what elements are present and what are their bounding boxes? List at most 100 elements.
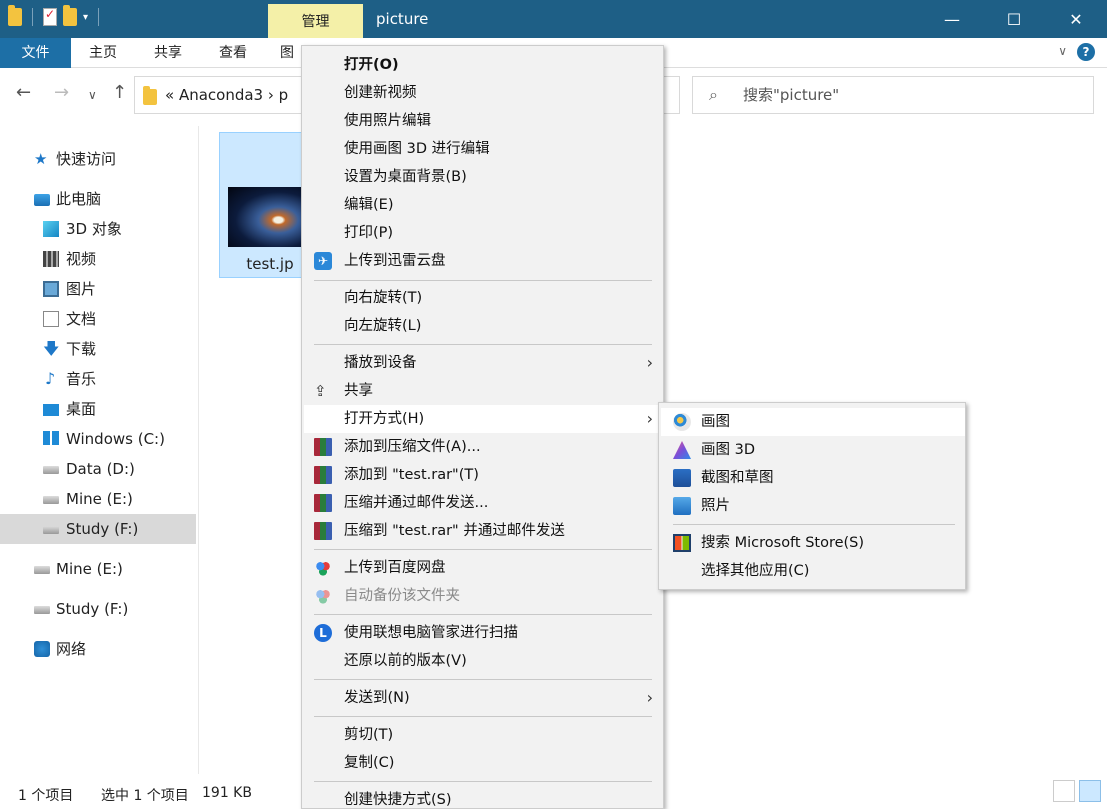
- sidebar-item-label: 图片: [66, 280, 97, 298]
- menu-item-label: 自动备份该文件夹: [344, 588, 460, 604]
- submenu-arrow-icon: ›: [646, 353, 653, 372]
- paint3d-icon: [673, 441, 691, 459]
- menu-divider: [314, 781, 652, 782]
- sidebar-item-pictures[interactable]: 图片: [0, 274, 196, 304]
- recent-locations-button[interactable]: ∨: [88, 88, 97, 102]
- menu-item-upload-baidu[interactable]: 上传到百度网盘: [304, 554, 663, 582]
- tab-picture-tools[interactable]: 图: [272, 38, 302, 68]
- menu-item-label: 截图和草图: [701, 470, 774, 486]
- menu-item-lenovo-scan[interactable]: L 使用联想电脑管家进行扫描: [304, 619, 663, 647]
- menu-item-set-as-background[interactable]: 设置为桌面背景(B): [304, 163, 663, 191]
- menu-item-open-with[interactable]: 打开方式(H) ›: [304, 405, 663, 433]
- menu-item-label: 上传到迅雷云盘: [344, 253, 446, 269]
- sidebar-item-label: 3D 对象: [66, 220, 122, 238]
- menu-item-compress-and-email[interactable]: 压缩并通过邮件发送...: [304, 489, 663, 517]
- menu-item-restore-previous[interactable]: 还原以前的版本(V): [304, 647, 663, 675]
- menu-item-cast-to-device[interactable]: 播放到设备 ›: [304, 349, 663, 377]
- menu-item-print[interactable]: 打印(P): [304, 219, 663, 247]
- search-input[interactable]: 搜索"picture": [743, 77, 839, 113]
- maximize-button[interactable]: ☐: [983, 0, 1045, 38]
- menu-item-cut[interactable]: 剪切(T): [304, 721, 663, 749]
- details-view-icon[interactable]: [1053, 780, 1075, 802]
- music-icon: ♪: [45, 369, 56, 388]
- window-controls: — ☐ ✕: [921, 0, 1107, 38]
- download-icon: 🡇: [43, 339, 60, 358]
- menu-item-create-video[interactable]: 创建新视频: [304, 79, 663, 107]
- tab-share[interactable]: 共享: [142, 38, 194, 68]
- sidebar-item-label: 下载: [66, 340, 97, 358]
- baidu-netdisk-icon: [314, 559, 332, 577]
- sidebar-item-windows-c[interactable]: Windows (C:): [0, 424, 196, 454]
- manage-tab[interactable]: 管理: [268, 4, 363, 38]
- tab-view[interactable]: 查看: [207, 38, 259, 68]
- sidebar-item-label: Windows (C:): [66, 430, 165, 448]
- back-button[interactable]: ←: [16, 82, 31, 103]
- sidebar-item-this-pc[interactable]: 此电脑: [0, 184, 196, 214]
- cube-icon: [43, 221, 59, 237]
- drive-icon: [43, 466, 59, 474]
- menu-item-compress-test-rar-and-email[interactable]: 压缩到 "test.rar" 并通过邮件发送: [304, 517, 663, 545]
- large-icons-view-icon[interactable]: [1079, 780, 1101, 802]
- sidebar-item-videos[interactable]: 视频: [0, 244, 196, 274]
- sidebar-item-mine-e[interactable]: Mine (E:): [0, 484, 196, 514]
- winrar-icon: [314, 438, 332, 456]
- folder-icon: [8, 5, 22, 26]
- tab-home[interactable]: 主页: [77, 38, 129, 68]
- forward-button[interactable]: →: [54, 82, 69, 103]
- menu-item-edit[interactable]: 编辑(E): [304, 191, 663, 219]
- menu-item-send-to[interactable]: 发送到(N) ›: [304, 684, 663, 712]
- submenu-arrow-icon: ›: [646, 409, 653, 428]
- tab-file[interactable]: 文件: [0, 38, 71, 68]
- expand-ribbon-chevron-icon[interactable]: ∨: [1058, 44, 1067, 58]
- submenu-item-paint[interactable]: 画图: [661, 408, 965, 436]
- computer-icon: [34, 194, 50, 206]
- menu-item-create-shortcut[interactable]: 创建快捷方式(S): [304, 786, 663, 809]
- customize-toolbar-dropdown[interactable]: ▾: [83, 12, 88, 23]
- sidebar-item-mine-e-root[interactable]: Mine (E:): [0, 554, 196, 584]
- menu-item-label: 创建快捷方式(S): [344, 792, 452, 808]
- sidebar-item-data-d[interactable]: Data (D:): [0, 454, 196, 484]
- sidebar-item-label: 文档: [66, 310, 97, 328]
- up-button[interactable]: ↑: [112, 82, 127, 103]
- search-box[interactable]: ⌕ 搜索"picture": [692, 76, 1094, 114]
- menu-item-open[interactable]: 打开(O): [304, 51, 663, 79]
- submenu-item-snip-sketch[interactable]: 截图和草图: [661, 464, 965, 492]
- window-title: picture: [376, 10, 429, 28]
- menu-item-edit-with-photos[interactable]: 使用照片编辑: [304, 107, 663, 135]
- sidebar-item-study-f[interactable]: Study (F:): [0, 514, 196, 544]
- properties-icon[interactable]: [43, 7, 57, 26]
- paint-icon: [673, 413, 691, 431]
- pane-divider[interactable]: [198, 126, 199, 774]
- menu-item-rotate-left[interactable]: 向左旋转(L): [304, 312, 663, 340]
- sidebar-item-3d-objects[interactable]: 3D 对象: [0, 214, 196, 244]
- selected-count: 选中 1 个项目: [101, 788, 189, 804]
- help-icon[interactable]: ?: [1077, 43, 1095, 61]
- submenu-item-choose-another-app[interactable]: 选择其他应用(C): [661, 557, 965, 585]
- address-path[interactable]: « Anaconda3 › p: [165, 77, 288, 113]
- windows-drive-icon: [43, 431, 59, 445]
- menu-item-upload-xunlei[interactable]: ✈ 上传到迅雷云盘: [304, 247, 663, 275]
- menu-divider: [314, 344, 652, 345]
- menu-item-add-to-archive[interactable]: 添加到压缩文件(A)...: [304, 433, 663, 461]
- menu-item-share[interactable]: ⇪ 共享: [304, 377, 663, 405]
- new-folder-icon[interactable]: [63, 5, 77, 26]
- sidebar-item-study-f-root[interactable]: Study (F:): [0, 594, 196, 624]
- sidebar-item-quick-access[interactable]: ★ 快速访问: [0, 144, 196, 174]
- submenu-item-paint3d[interactable]: 画图 3D: [661, 436, 965, 464]
- sidebar-item-desktop[interactable]: 桌面: [0, 394, 196, 424]
- baidu-netdisk-icon: [314, 587, 332, 605]
- submenu-item-search-store[interactable]: 搜索 Microsoft Store(S): [661, 529, 965, 557]
- submenu-item-photos[interactable]: 照片: [661, 492, 965, 520]
- close-button[interactable]: ✕: [1045, 0, 1107, 38]
- menu-item-add-to-test-rar[interactable]: 添加到 "test.rar"(T): [304, 461, 663, 489]
- sidebar-item-network[interactable]: 网络: [0, 634, 196, 664]
- menu-item-rotate-right[interactable]: 向右旋转(T): [304, 284, 663, 312]
- sidebar-item-music[interactable]: ♪ 音乐: [0, 364, 196, 394]
- menu-item-edit-with-paint3d[interactable]: 使用画图 3D 进行编辑: [304, 135, 663, 163]
- sidebar-item-documents[interactable]: 文档: [0, 304, 196, 334]
- minimize-button[interactable]: —: [921, 0, 983, 38]
- menu-item-label: 添加到压缩文件(A)...: [344, 439, 481, 455]
- menu-item-copy[interactable]: 复制(C): [304, 749, 663, 777]
- sidebar-item-downloads[interactable]: 🡇 下载: [0, 334, 196, 364]
- drive-icon: [43, 526, 59, 534]
